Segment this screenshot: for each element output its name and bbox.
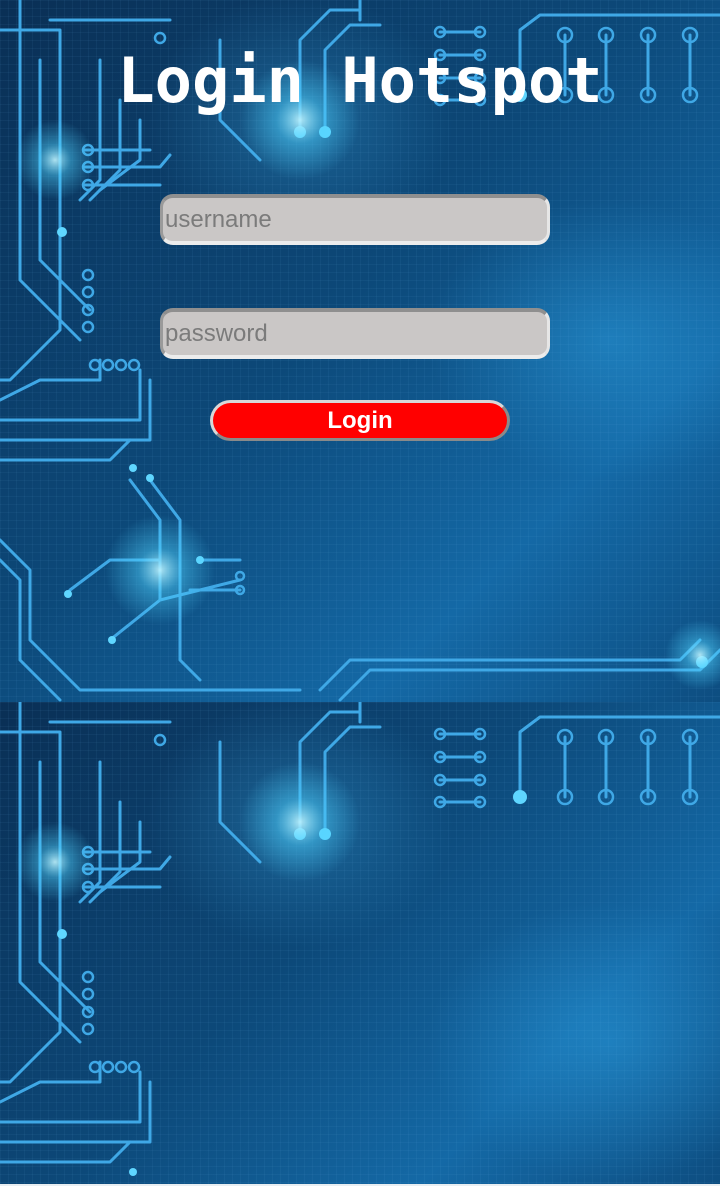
page-title: Login Hotspot xyxy=(117,44,603,117)
login-button[interactable]: Login xyxy=(210,400,510,441)
password-input[interactable] xyxy=(160,308,550,359)
circuit-board-pattern-icon xyxy=(0,702,720,1176)
username-input[interactable] xyxy=(160,194,550,245)
circuit-background-bottom xyxy=(0,702,720,1184)
